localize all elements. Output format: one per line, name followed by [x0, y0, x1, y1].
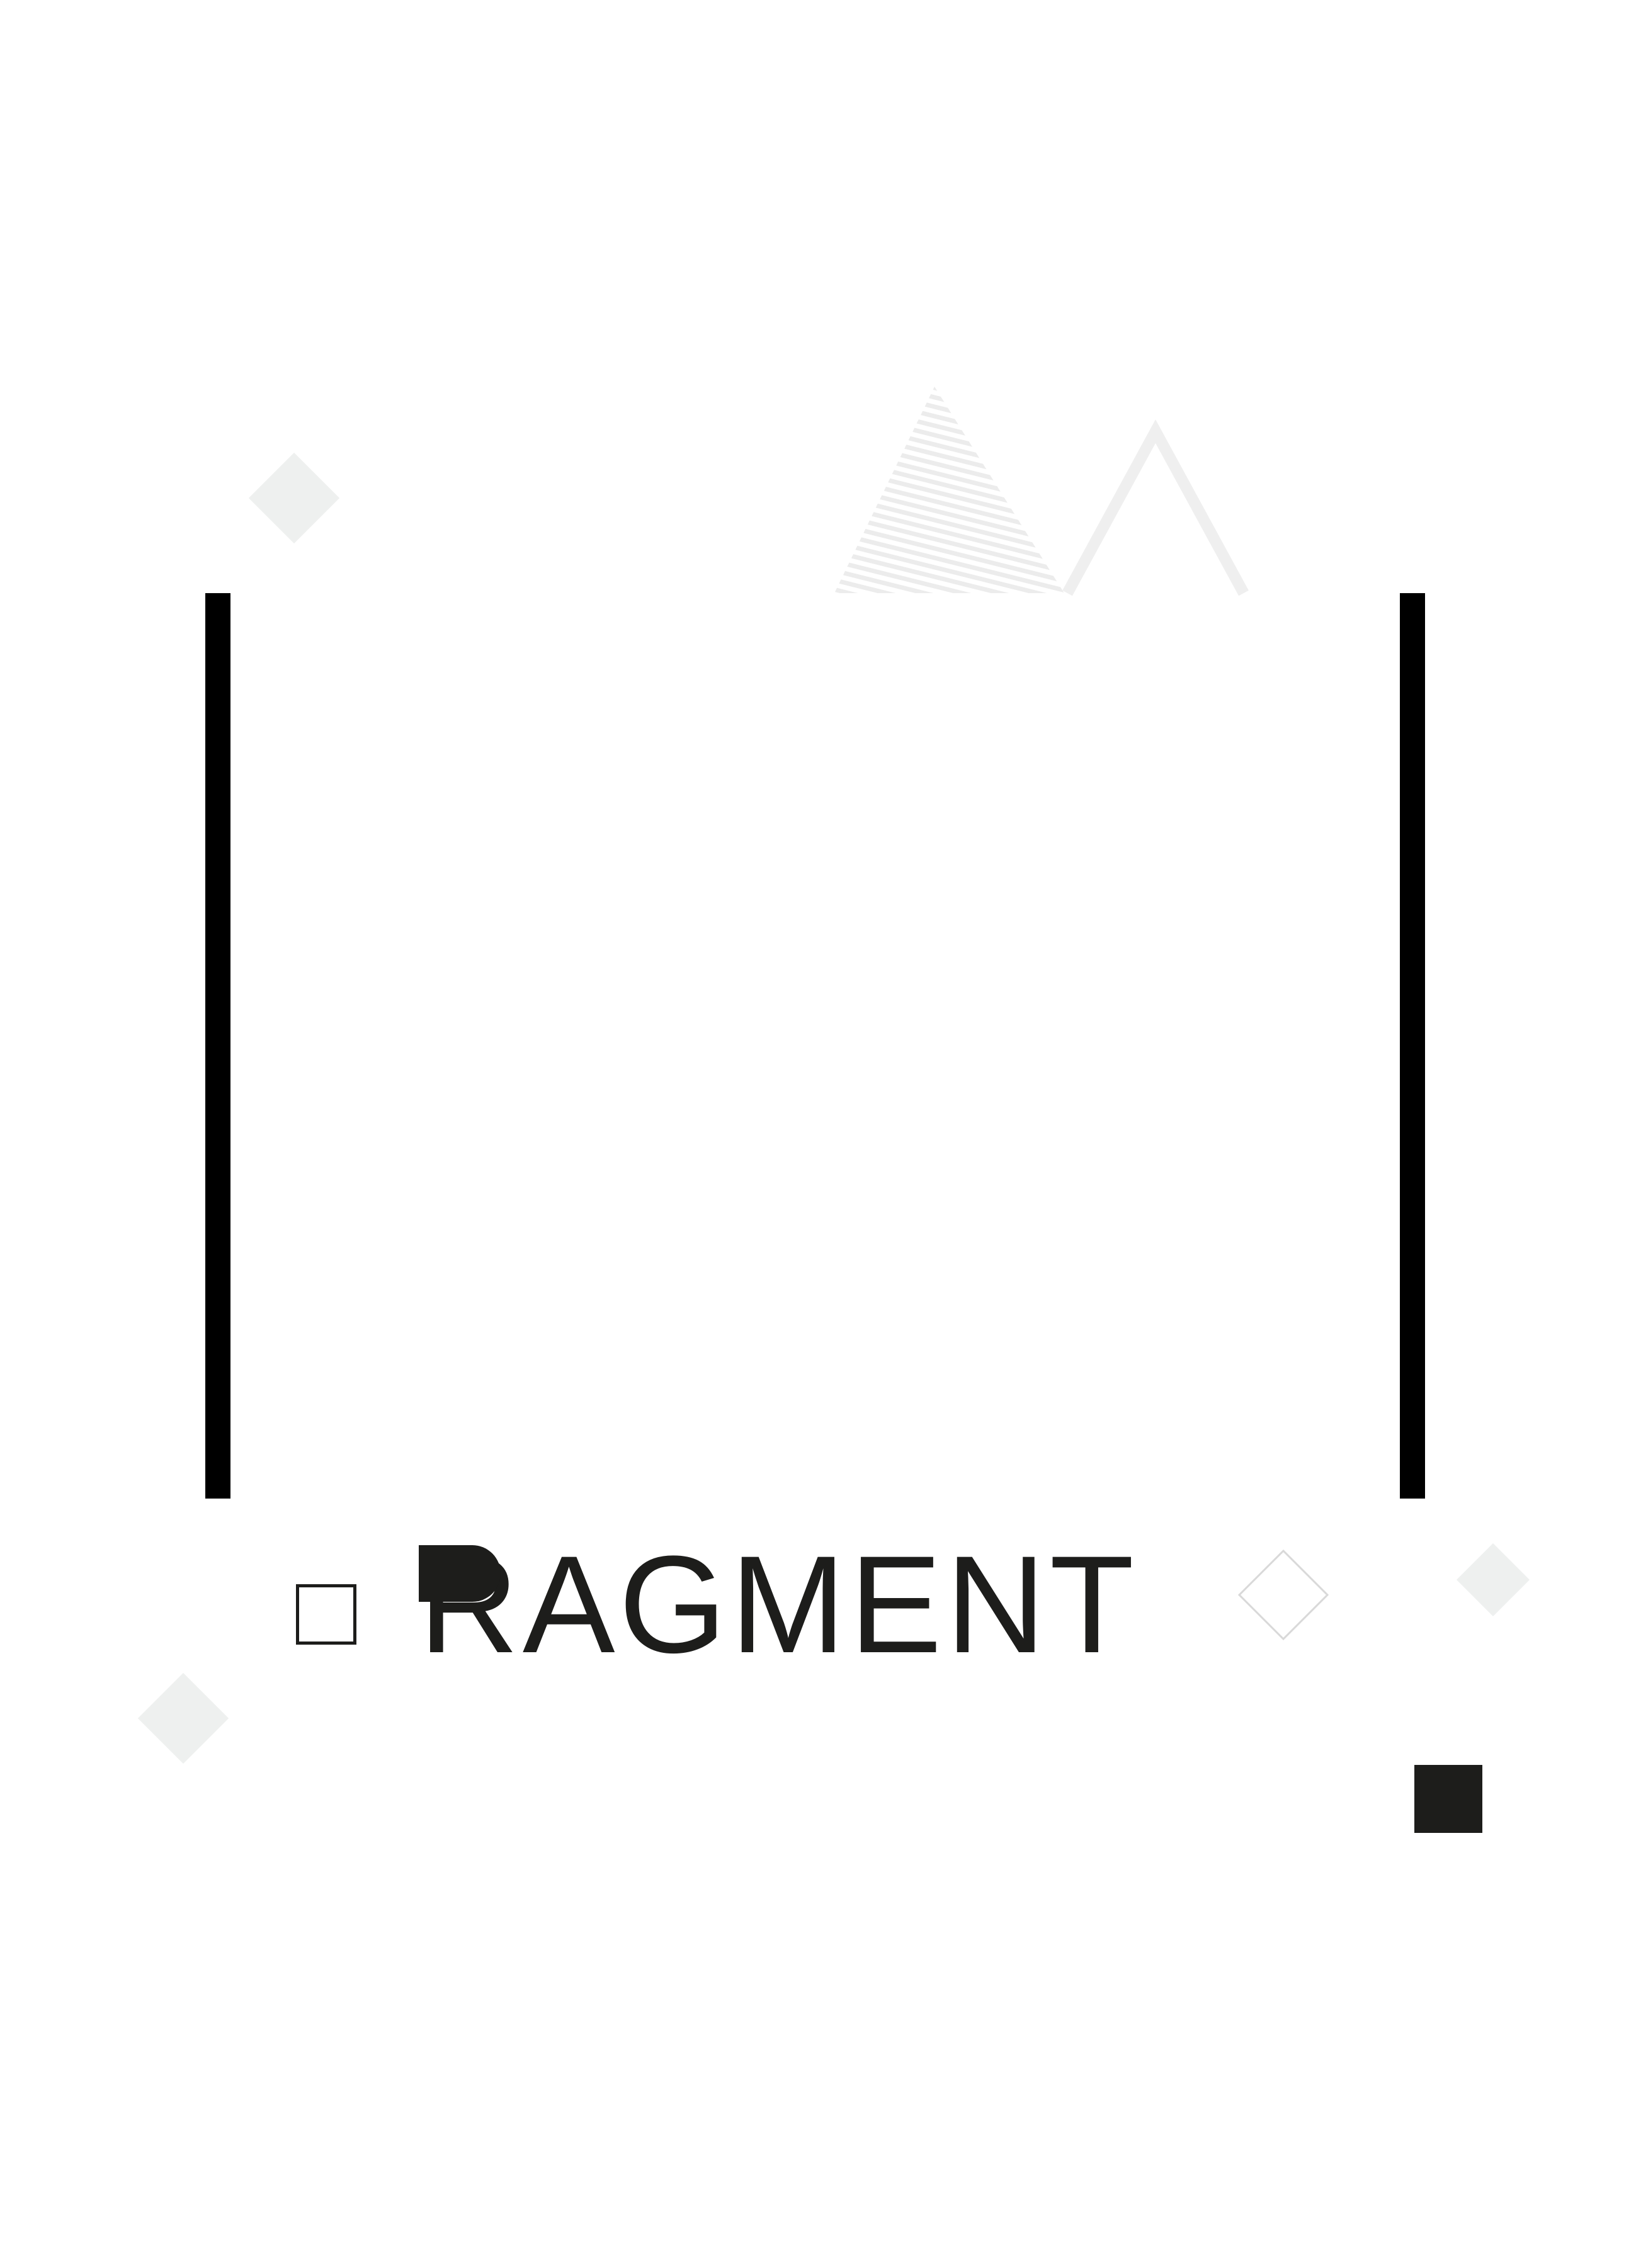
mountains-graphic	[834, 387, 1249, 596]
left-vertical-bar	[205, 593, 230, 1499]
bottom-left-diamond	[137, 1672, 229, 1764]
solid-square	[1414, 1765, 1482, 1833]
outline-mountain	[1062, 419, 1249, 596]
outlined-square	[296, 1584, 356, 1645]
striped-triangle	[834, 387, 1064, 593]
outlined-diamond	[1237, 1549, 1329, 1641]
right-small-diamond	[1457, 1543, 1530, 1616]
right-vertical-bar	[1400, 593, 1425, 1499]
wordmark: RAGMENT	[419, 1535, 1174, 1686]
wordmark-text: RAGMENT	[419, 1527, 1138, 1682]
top-left-diamond	[248, 452, 340, 544]
r-letter-solid-bowl	[419, 1545, 501, 1602]
